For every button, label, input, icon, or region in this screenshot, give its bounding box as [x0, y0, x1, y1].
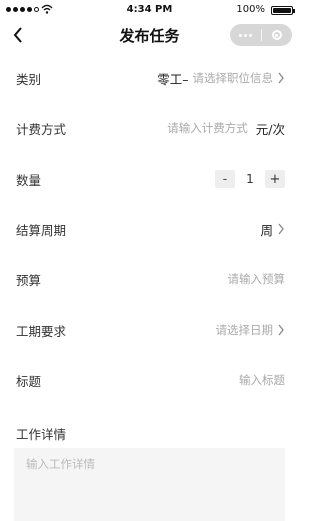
quantity-value[interactable]: 1 — [235, 172, 265, 186]
budget-row: 预算 请输入预算 — [0, 254, 299, 304]
category-row[interactable]: 类别 零工– 请选择职位信息 — [0, 53, 299, 103]
title-row: 标题 输入标题 — [0, 355, 299, 405]
budget-label: 预算 — [16, 272, 42, 288]
mini-program-capsule — [230, 24, 292, 46]
close-mini-program-button[interactable] — [262, 30, 293, 40]
duration-label: 工期要求 — [16, 323, 67, 339]
chevron-right-icon — [278, 72, 284, 84]
close-circle-icon — [271, 30, 282, 40]
battery-percentage: 100% — [236, 4, 265, 15]
category-label: 类别 — [16, 71, 42, 87]
details-placeholder: 输入工作详情 — [26, 457, 95, 471]
billing-unit: 元/次 — [255, 121, 285, 137]
increment-button[interactable]: + — [265, 170, 285, 188]
budget-input[interactable]: 请输入预算 — [228, 271, 286, 287]
battery-icon — [271, 6, 295, 15]
details-label: 工作详情 — [16, 427, 67, 442]
quantity-row: 数量 - 1 + — [0, 154, 299, 204]
chevron-right-icon — [278, 223, 284, 235]
more-menu-button[interactable] — [230, 33, 261, 37]
category-value: 零工– — [157, 71, 189, 87]
settlement-row[interactable]: 结算周期 周 — [0, 204, 299, 254]
navigation-bar: 发布任务 — [0, 22, 299, 50]
title-label: 标题 — [16, 373, 42, 389]
details-textarea[interactable]: 输入工作详情 — [14, 448, 285, 521]
decrement-button[interactable]: - — [215, 170, 235, 188]
more-dots-icon — [238, 33, 242, 37]
billing-row: 计费方式 请输入计费方式 元/次 — [0, 103, 299, 153]
quantity-label: 数量 — [16, 172, 42, 188]
duration-row[interactable]: 工期要求 请选择日期 — [0, 305, 299, 355]
billing-label: 计费方式 — [16, 121, 67, 137]
chevron-right-icon — [278, 324, 284, 336]
quantity-stepper: - 1 + — [215, 170, 285, 188]
settlement-value: 周 — [260, 222, 273, 238]
billing-input[interactable]: 请输入计费方式 — [167, 120, 248, 136]
duration-placeholder: 请选择日期 — [215, 323, 274, 337]
title-input[interactable]: 输入标题 — [239, 372, 285, 388]
status-bar: 4:34 PM 100% — [0, 0, 299, 22]
category-placeholder: 请选择职位信息 — [192, 71, 274, 85]
settlement-label: 结算周期 — [16, 222, 67, 238]
